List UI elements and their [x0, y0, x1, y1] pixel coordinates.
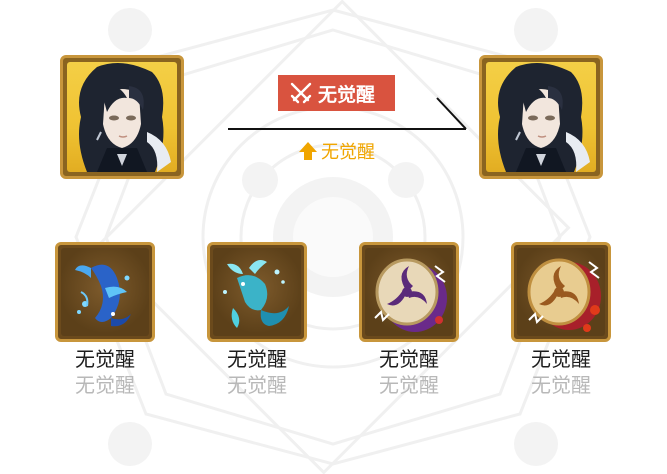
- item-slot-4[interactable]: 无觉醒 无觉醒: [511, 242, 611, 398]
- purple-tomoe-drum-icon: [374, 258, 447, 332]
- portrait-before: [60, 55, 184, 179]
- character-portrait-icon: [498, 63, 590, 172]
- item-slot-2[interactable]: 无觉醒 无觉醒: [207, 242, 307, 398]
- item-slot-1[interactable]: 无觉醒 无觉醒: [55, 242, 155, 398]
- item-sublabel: 无觉醒: [75, 373, 135, 397]
- awaken-banner: 无觉醒: [278, 75, 395, 111]
- item-sublabel: 无觉醒: [227, 373, 287, 397]
- item-label: 无觉醒: [379, 347, 439, 371]
- item-label: 无觉醒: [227, 347, 287, 371]
- crossed-swords-icon: [290, 82, 312, 104]
- item-sublabel: 无觉醒: [379, 373, 439, 397]
- awaken-banner-label: 无觉醒: [318, 83, 376, 106]
- portrait-after: [479, 55, 603, 179]
- cyan-goldfish-icon: [223, 260, 289, 328]
- red-tomoe-drum-icon: [527, 258, 601, 332]
- upgrade-label: 无觉醒: [321, 142, 375, 163]
- item-slot-3[interactable]: 无觉醒 无觉醒: [359, 242, 459, 398]
- item-sublabel: 无觉醒: [531, 373, 591, 397]
- upgrade-indicator: 无觉醒: [298, 138, 375, 164]
- item-label: 无觉醒: [75, 347, 135, 371]
- up-arrow-icon: [299, 142, 317, 160]
- blue-koi-fish-icon: [75, 264, 131, 327]
- character-portrait-icon: [79, 63, 171, 172]
- item-label: 无觉醒: [531, 347, 591, 371]
